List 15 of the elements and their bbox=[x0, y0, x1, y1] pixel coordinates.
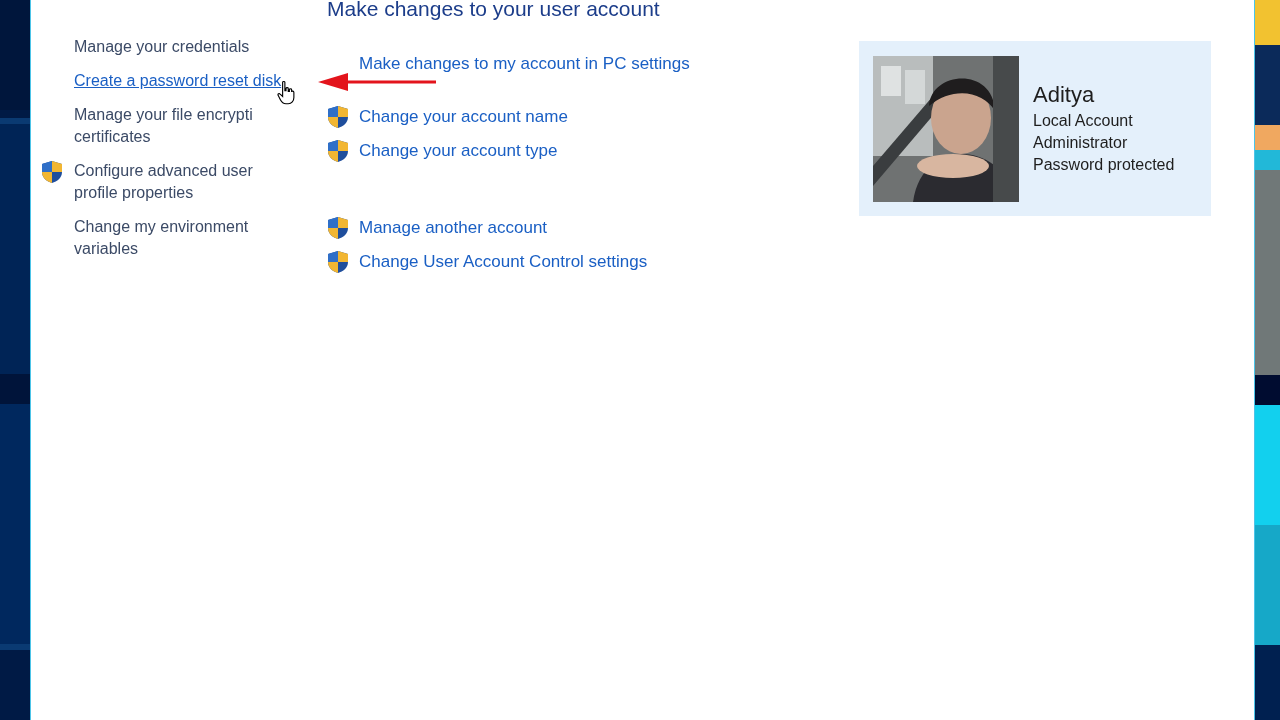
account-name: Aditya bbox=[1033, 81, 1096, 108]
task-link[interactable]: Change your account type bbox=[359, 141, 558, 161]
sidebar-link[interactable]: Configure advanced user profile properties bbox=[74, 160, 253, 204]
sidebar-link[interactable]: Manage your file encrypti certificates bbox=[74, 104, 253, 148]
sidebar-link[interactable]: Create a password reset disk bbox=[74, 70, 282, 92]
page-title: Make changes to your user account bbox=[327, 0, 661, 22]
account-detail: Administrator bbox=[1033, 132, 1129, 153]
task-link[interactable]: Make changes to my account in PC settings bbox=[359, 54, 690, 74]
task-link[interactable]: Change User Account Control settings bbox=[359, 252, 648, 272]
sidebar-link[interactable]: Manage your credentials bbox=[74, 36, 250, 58]
task-link[interactable]: Change your account name bbox=[359, 107, 568, 127]
sidebar-link[interactable]: Change my environment variables bbox=[74, 216, 249, 260]
task-link[interactable]: Manage another account bbox=[359, 218, 548, 238]
account-detail: Password protected bbox=[1033, 154, 1175, 175]
account-detail: Local Account bbox=[1033, 110, 1134, 131]
